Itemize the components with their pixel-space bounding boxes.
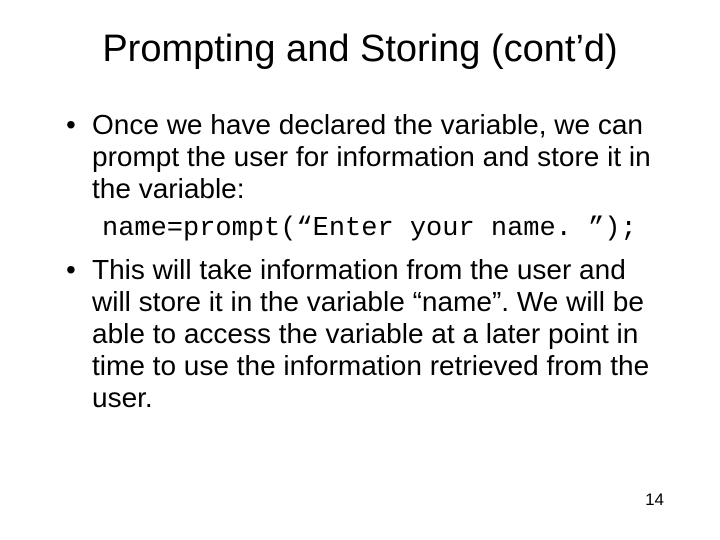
- code-line: name=prompt(“Enter your name. ”);: [102, 214, 672, 244]
- bullet-list: This will take information from the user…: [48, 254, 672, 415]
- slide: Prompting and Storing (cont’d) Once we h…: [0, 0, 720, 540]
- slide-title: Prompting and Storing (cont’d): [48, 28, 672, 71]
- bullet-item: This will take information from the user…: [60, 254, 672, 415]
- bullet-item: Once we have declared the variable, we c…: [60, 109, 672, 206]
- bullet-list: Once we have declared the variable, we c…: [48, 109, 672, 206]
- page-number: 14: [645, 490, 664, 510]
